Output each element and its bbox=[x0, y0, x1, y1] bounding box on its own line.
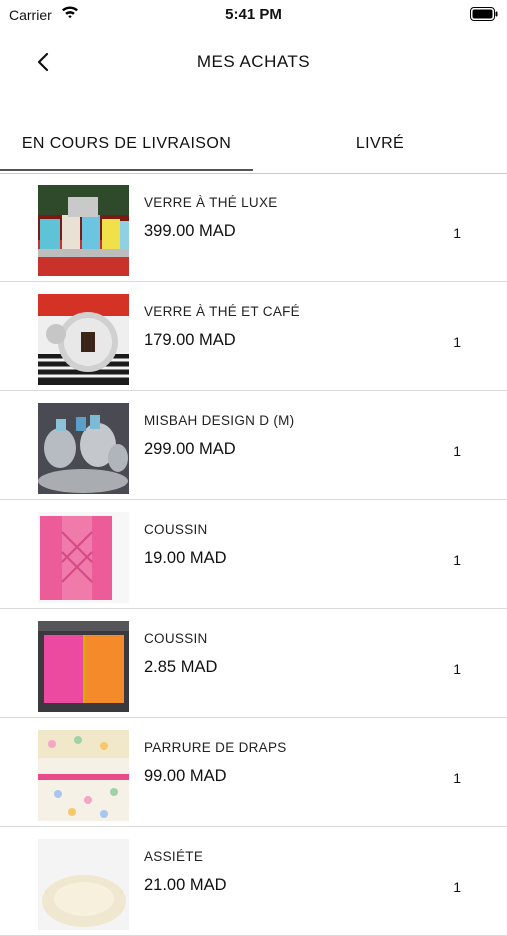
product-price: 19.00 MAD bbox=[144, 549, 227, 567]
product-thumbnail bbox=[38, 730, 129, 821]
navigation-bar: MES ACHATS bbox=[0, 30, 507, 92]
product-quantity: 1 bbox=[453, 770, 461, 786]
active-tab-indicator bbox=[0, 169, 253, 171]
tab-livre[interactable]: LIVRÉ bbox=[253, 125, 507, 171]
order-row[interactable]: MISBAH DESIGN D (M) 299.00 MAD 1 bbox=[0, 391, 507, 500]
product-name: VERRE À THÉ LUXE bbox=[144, 195, 278, 210]
orders-list: VERRE À THÉ LUXE 399.00 MAD 1 VERRE À TH… bbox=[0, 173, 507, 936]
product-thumbnail bbox=[38, 185, 129, 276]
product-thumbnail bbox=[38, 839, 129, 930]
product-name: ASSIÉTE bbox=[144, 849, 204, 864]
tab-en-cours-de-livraison[interactable]: EN COURS DE LIVRAISON bbox=[0, 125, 253, 171]
product-quantity: 1 bbox=[453, 661, 461, 677]
order-row[interactable]: ASSIÉTE 21.00 MAD 1 bbox=[0, 827, 507, 936]
product-quantity: 1 bbox=[453, 225, 461, 241]
product-price: 2.85 MAD bbox=[144, 658, 218, 676]
product-thumbnail bbox=[38, 294, 129, 385]
product-quantity: 1 bbox=[453, 443, 461, 459]
product-thumbnail bbox=[38, 512, 129, 603]
product-quantity: 1 bbox=[453, 552, 461, 568]
product-thumbnail bbox=[38, 621, 129, 712]
status-bar: Carrier 5:41 PM bbox=[0, 0, 507, 30]
product-name: VERRE À THÉ ET CAFÉ bbox=[144, 304, 300, 319]
product-quantity: 1 bbox=[453, 879, 461, 895]
product-price: 99.00 MAD bbox=[144, 767, 227, 785]
order-row[interactable]: PARRURE DE DRAPS 99.00 MAD 1 bbox=[0, 718, 507, 827]
product-price: 399.00 MAD bbox=[144, 222, 236, 240]
product-name: PARRURE DE DRAPS bbox=[144, 740, 287, 755]
product-price: 179.00 MAD bbox=[144, 331, 236, 349]
product-name: COUSSIN bbox=[144, 522, 208, 537]
product-quantity: 1 bbox=[453, 334, 461, 350]
product-name: MISBAH DESIGN D (M) bbox=[144, 413, 295, 428]
clock: 5:41 PM bbox=[225, 6, 282, 23]
order-row[interactable]: VERRE À THÉ LUXE 399.00 MAD 1 bbox=[0, 173, 507, 282]
tab-bar: EN COURS DE LIVRAISON LIVRÉ bbox=[0, 125, 507, 174]
page-title: MES ACHATS bbox=[196, 52, 311, 71]
product-price: 21.00 MAD bbox=[144, 876, 227, 894]
product-thumbnail bbox=[38, 403, 129, 494]
product-price: 299.00 MAD bbox=[144, 440, 236, 458]
order-row[interactable]: COUSSIN 19.00 MAD 1 bbox=[0, 500, 507, 609]
battery-icon bbox=[470, 7, 498, 26]
product-name: COUSSIN bbox=[144, 631, 208, 646]
order-row[interactable]: VERRE À THÉ ET CAFÉ 179.00 MAD 1 bbox=[0, 282, 507, 391]
order-row[interactable]: COUSSIN 2.85 MAD 1 bbox=[0, 609, 507, 718]
